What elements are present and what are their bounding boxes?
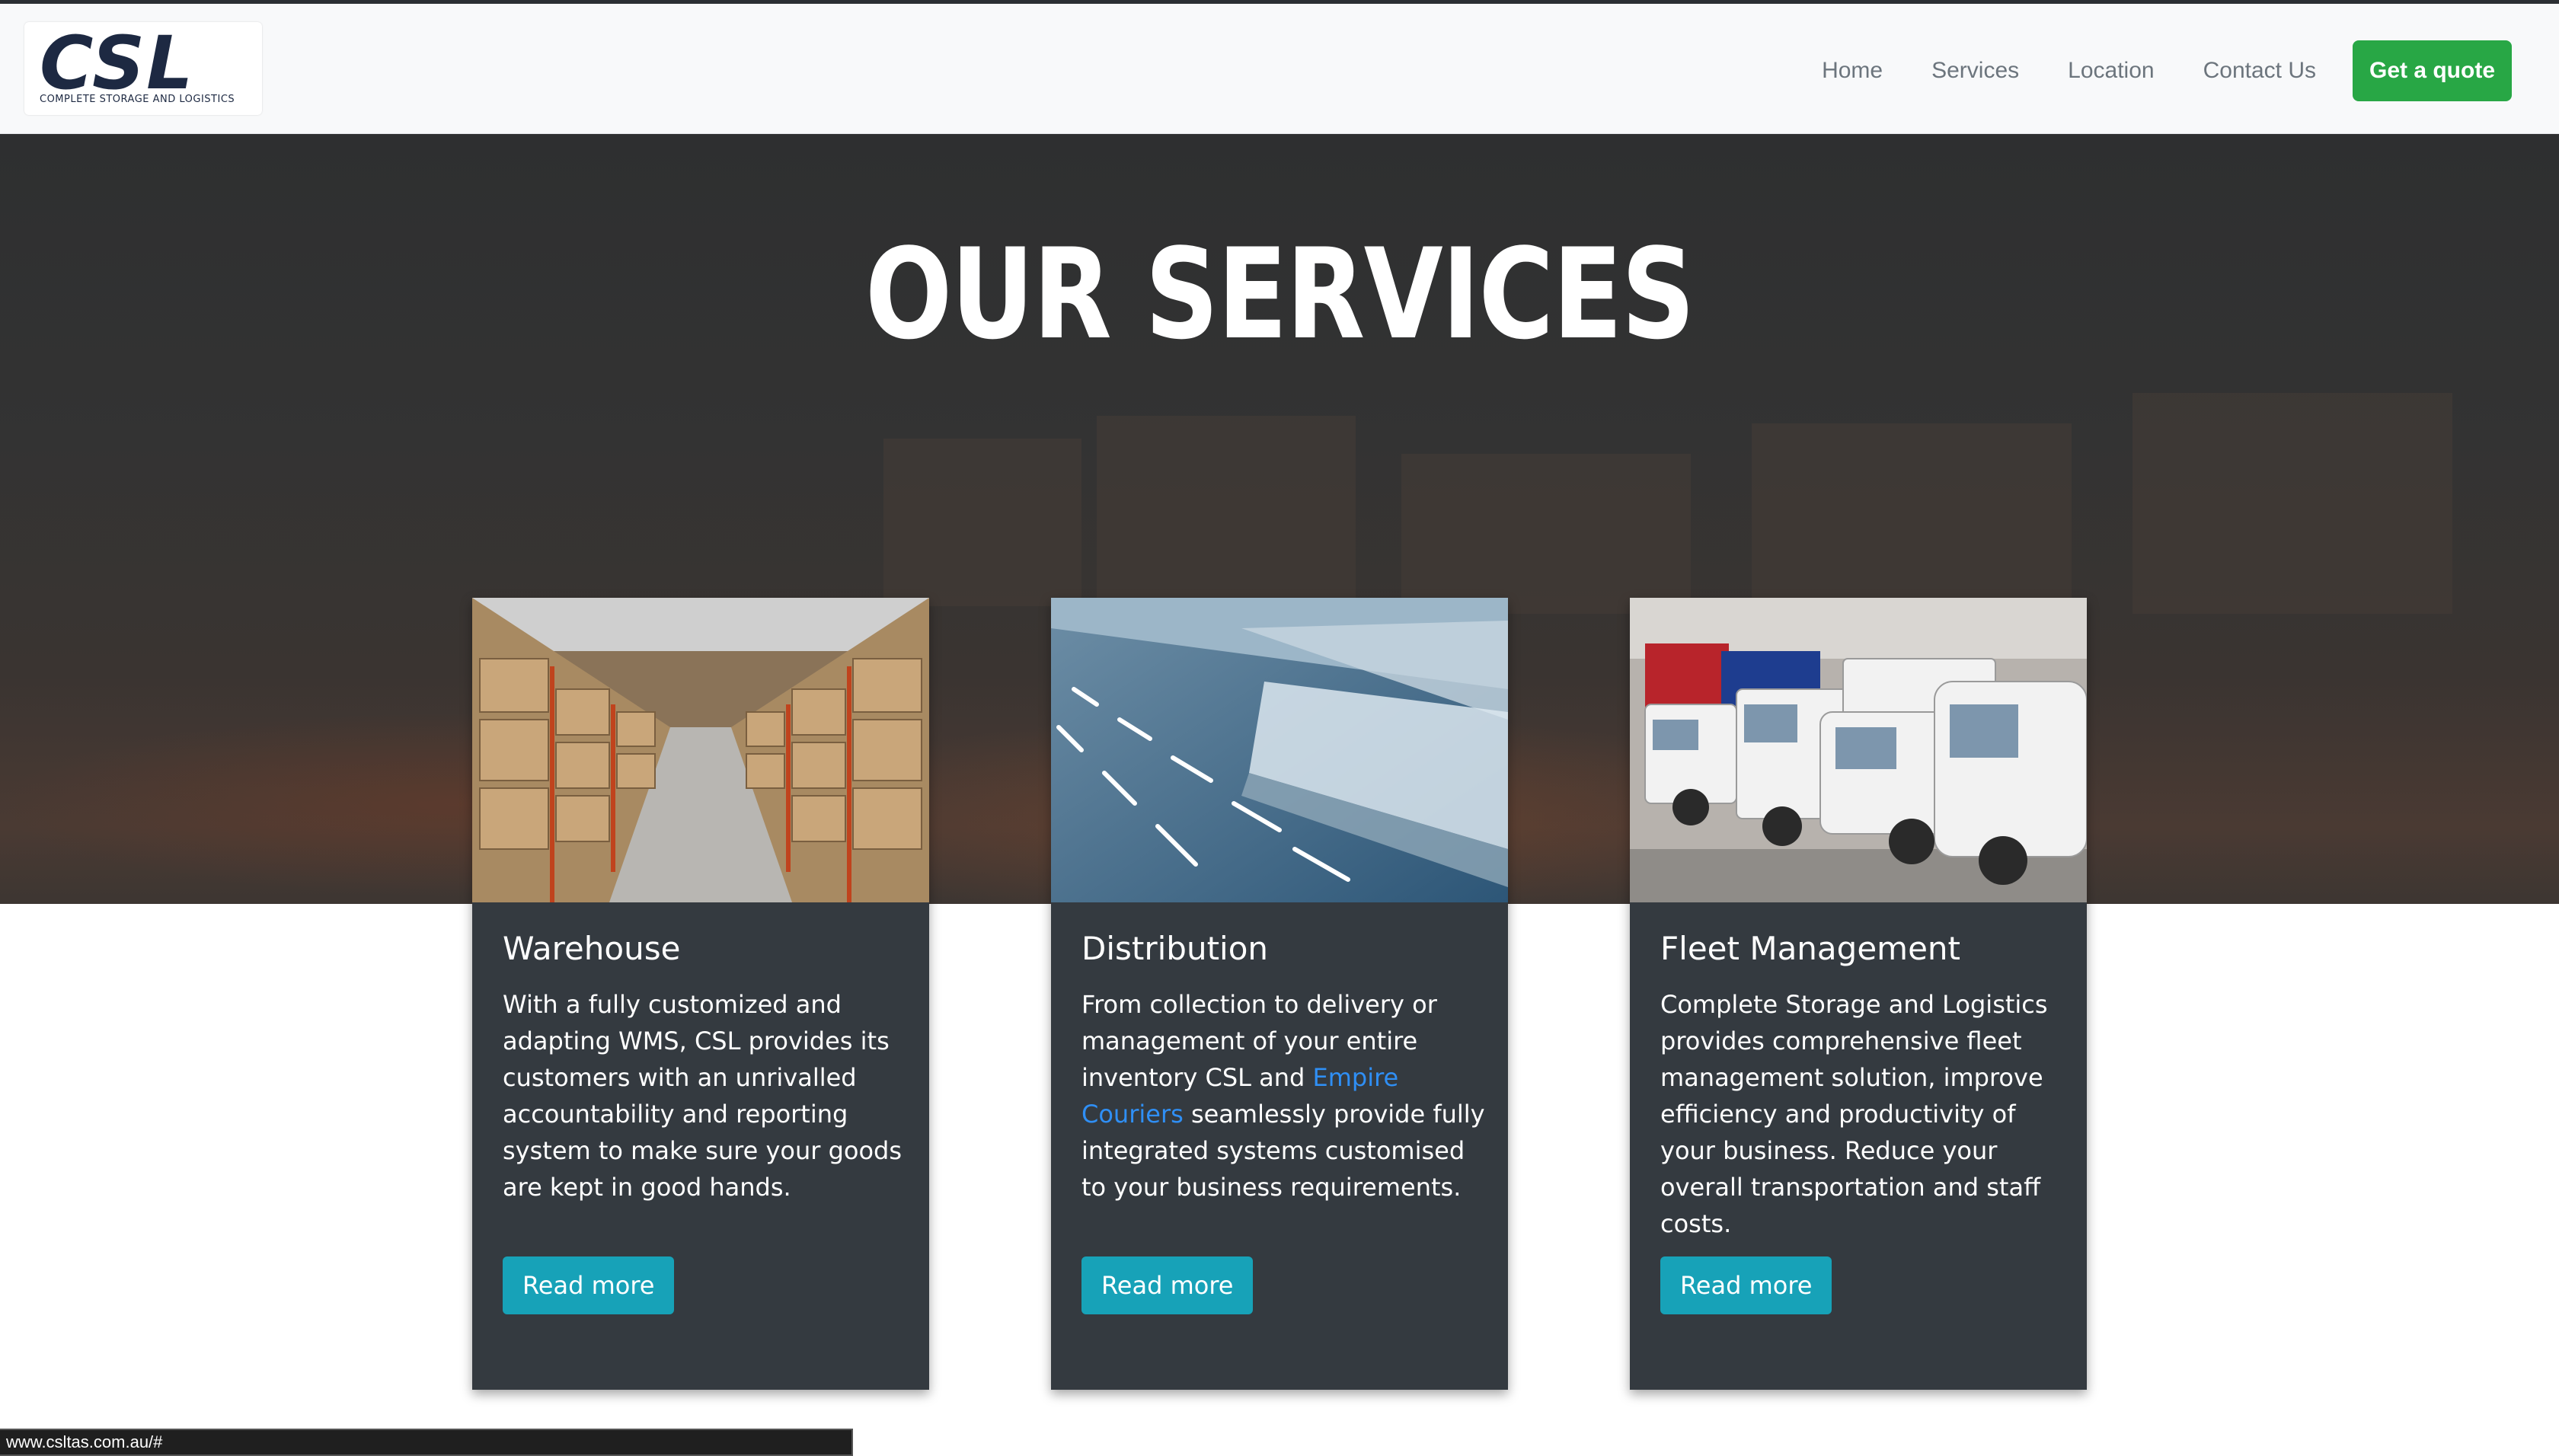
warehouse-aisle-image [472, 598, 929, 902]
card-title: Warehouse [503, 930, 681, 967]
browser-status-url: www.csltas.com.au/# [0, 1429, 853, 1456]
star-icon: ★ [204, 37, 225, 62]
hero-bg-box [1097, 416, 1356, 614]
read-more-button[interactable]: Read more [1081, 1256, 1254, 1314]
page-title: OUR SERVICES [864, 222, 1695, 367]
card-description: Complete Storage and Logistics provides … [1660, 990, 2048, 1238]
nav-services-link[interactable]: Services [1931, 58, 2019, 84]
service-card-distribution: Distribution From collection to delivery… [1051, 598, 1508, 1390]
hero-bg-box [1401, 454, 1691, 614]
navbar: CSL ★ COMPLETE STORAGE AND LOGISTICS Hom… [0, 4, 2559, 134]
hero-bg-box [883, 439, 1081, 606]
service-card-fleet: Fleet Management Complete Storage and Lo… [1630, 598, 2087, 1390]
logo-wordmark: CSL [40, 21, 195, 106]
nav-location-link[interactable]: Location [2068, 58, 2154, 84]
logo-tagline: COMPLETE STORAGE AND LOGISTICS [40, 94, 235, 105]
read-more-button[interactable]: Read more [1660, 1256, 1832, 1314]
card-title: Fleet Management [1660, 930, 1960, 967]
highway-truck-image [1051, 598, 1508, 902]
hero-bg-box [1752, 423, 2072, 614]
hero-bg-box [2132, 393, 2452, 614]
card-description: With a fully customized and adapting WMS… [503, 990, 903, 1202]
fleet-vans-image [1630, 598, 2087, 902]
nav-contact-link[interactable]: Contact Us [2203, 58, 2316, 84]
main-nav: Home Services Location Contact Us Get a … [1822, 40, 2512, 101]
nav-home-link[interactable]: Home [1822, 58, 1883, 84]
card-title: Distribution [1081, 930, 1269, 967]
get-quote-button[interactable]: Get a quote [2352, 40, 2512, 101]
service-card-warehouse: Warehouse With a fully customized and ad… [472, 598, 929, 1390]
read-more-button[interactable]: Read more [503, 1256, 675, 1314]
csl-logo[interactable]: CSL ★ COMPLETE STORAGE AND LOGISTICS [24, 22, 262, 115]
card-description: From collection to delivery or managemen… [1081, 986, 1485, 1205]
